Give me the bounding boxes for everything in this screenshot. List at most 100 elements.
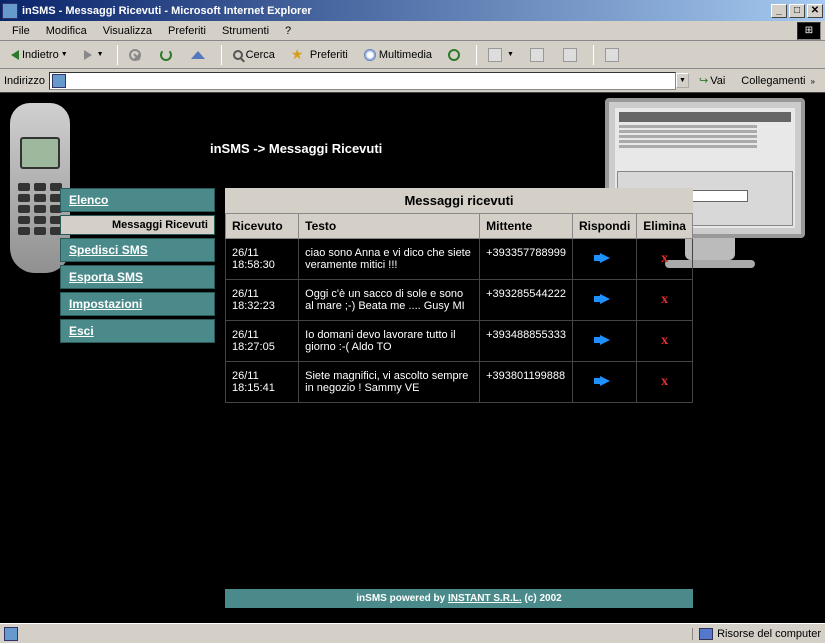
print-button[interactable] [523,45,554,65]
edit-icon [563,48,577,62]
status-page-icon [4,627,18,641]
cell-sender: +393285544222 [480,280,573,321]
cell-reply [572,321,636,362]
cell-text: Io domani devo lavorare tutto il giorno … [299,321,480,362]
reply-arrow-icon[interactable] [600,376,610,386]
chevron-down-icon: ▼ [507,51,514,58]
multimedia-button[interactable]: Multimedia [357,46,439,64]
home-icon [191,51,205,59]
toolbar-separator [476,45,477,65]
toolbar-separator [593,45,594,65]
cell-sender: +393488855333 [480,321,573,362]
refresh-button[interactable] [153,46,182,64]
go-button[interactable]: ↪ Vai [693,72,731,89]
chevron-right-icon: » [811,77,815,86]
discuss-icon [605,48,619,62]
page-footer: inSMS powered by INSTANT S.R.L. (c) 2002 [225,589,693,608]
menu-file[interactable]: File [4,23,38,39]
favorites-label: Preferiti [310,49,348,61]
sidebar-item-impostazioni[interactable]: Impostazioni [60,292,215,316]
forward-button[interactable]: ▼ [77,47,111,63]
minimize-button[interactable]: _ [771,4,787,18]
menu-help[interactable]: ? [277,23,299,39]
page-content: inSMS -> Messaggi Ricevuti Elenco Messag… [0,93,825,623]
cell-delete: x [637,321,693,362]
sidebar-item-esporta-sms[interactable]: Esporta SMS [60,265,215,289]
home-button[interactable] [184,48,215,62]
sidebar-nav: Elenco Messaggi Ricevuti Spedisci SMS Es… [60,188,215,346]
col-text: Testo [299,214,480,239]
history-button[interactable] [441,46,470,64]
footer-suffix: (c) 2002 [522,593,562,604]
reply-arrow-icon[interactable] [600,294,610,304]
edit-button[interactable] [556,45,587,65]
cell-text: Oggi c'è un sacco di sole e sono al mare… [299,280,480,321]
go-label: Vai [710,75,725,87]
sidebar-item-messaggi-ricevuti[interactable]: Messaggi Ricevuti [60,215,215,235]
chevron-down-icon: ▼ [61,51,68,58]
menu-strumenti[interactable]: Strumenti [214,23,277,39]
sidebar-item-elenco[interactable]: Elenco [60,188,215,212]
address-label: Indirizzo [4,75,45,87]
page-icon [52,74,66,88]
back-arrow-icon [11,50,19,60]
delete-x-icon[interactable]: x [661,374,668,389]
mail-icon [488,48,502,62]
links-button[interactable]: Collegamenti » [735,73,821,89]
cell-received: 26/11 18:15:41 [226,362,299,403]
cell-received: 26/11 18:27:05 [226,321,299,362]
cell-delete: x [637,362,693,403]
stop-button[interactable] [122,46,151,64]
toolbar-separator [221,45,222,65]
reply-arrow-icon[interactable] [600,253,610,263]
messages-table: Ricevuto Testo Mittente Rispondi Elimina… [225,213,693,403]
url-input[interactable] [49,72,676,90]
forward-arrow-icon [84,50,92,60]
window-title: inSMS - Messaggi Ricevuti - Microsoft In… [22,5,769,17]
menu-preferiti[interactable]: Preferiti [160,23,214,39]
table-row: 26/11 18:15:41Siete magnifici, vi ascolt… [226,362,693,403]
cell-text: Siete magnifici, vi ascolto sempre in ne… [299,362,480,403]
address-bar: Indirizzo ▼ ↪ Vai Collegamenti » [0,69,825,93]
sidebar-item-esci[interactable]: Esci [60,319,215,343]
footer-link[interactable]: INSTANT S.R.L. [448,593,522,604]
sidebar-item-spedisci-sms[interactable]: Spedisci SMS [60,238,215,262]
discuss-button[interactable] [598,45,629,65]
status-bar: Risorse del computer [0,623,825,643]
chevron-down-icon: ▼ [97,51,104,58]
history-icon [448,49,460,61]
search-button[interactable]: Cerca [226,46,282,64]
reply-arrow-icon[interactable] [600,335,610,345]
favorites-button[interactable]: ★ Preferiti [284,44,355,66]
media-icon [364,49,376,61]
stop-icon [129,49,141,61]
links-label: Collegamenti [741,75,805,87]
cell-reply [572,280,636,321]
menu-modifica[interactable]: Modifica [38,23,95,39]
menu-bar: File Modifica Visualizza Preferiti Strum… [0,21,825,41]
breadcrumb: inSMS -> Messaggi Ricevuti [210,141,382,156]
cell-reply [572,362,636,403]
back-label: Indietro [22,49,59,61]
app-icon [2,3,18,19]
maximize-button[interactable]: □ [789,4,805,18]
print-icon [530,48,544,62]
cell-received: 26/11 18:58:30 [226,239,299,280]
go-arrow-icon: ↪ [699,74,708,87]
footer-prefix: inSMS powered by [356,593,448,604]
search-label: Cerca [246,49,275,61]
delete-x-icon[interactable]: x [661,251,668,266]
cell-received: 26/11 18:32:23 [226,280,299,321]
table-row: 26/11 18:32:23Oggi c'è un sacco di sole … [226,280,693,321]
menu-visualizza[interactable]: Visualizza [95,23,160,39]
back-button[interactable]: Indietro ▼ [4,46,75,64]
delete-x-icon[interactable]: x [661,292,668,307]
delete-x-icon[interactable]: x [661,333,668,348]
window-titlebar: inSMS - Messaggi Ricevuti - Microsoft In… [0,0,825,21]
cell-sender: +393357788999 [480,239,573,280]
mail-button[interactable]: ▼ [481,45,521,65]
url-dropdown[interactable]: ▼ [676,73,689,88]
close-button[interactable]: ✕ [807,4,823,18]
col-reply: Rispondi [572,214,636,239]
refresh-icon [160,49,172,61]
